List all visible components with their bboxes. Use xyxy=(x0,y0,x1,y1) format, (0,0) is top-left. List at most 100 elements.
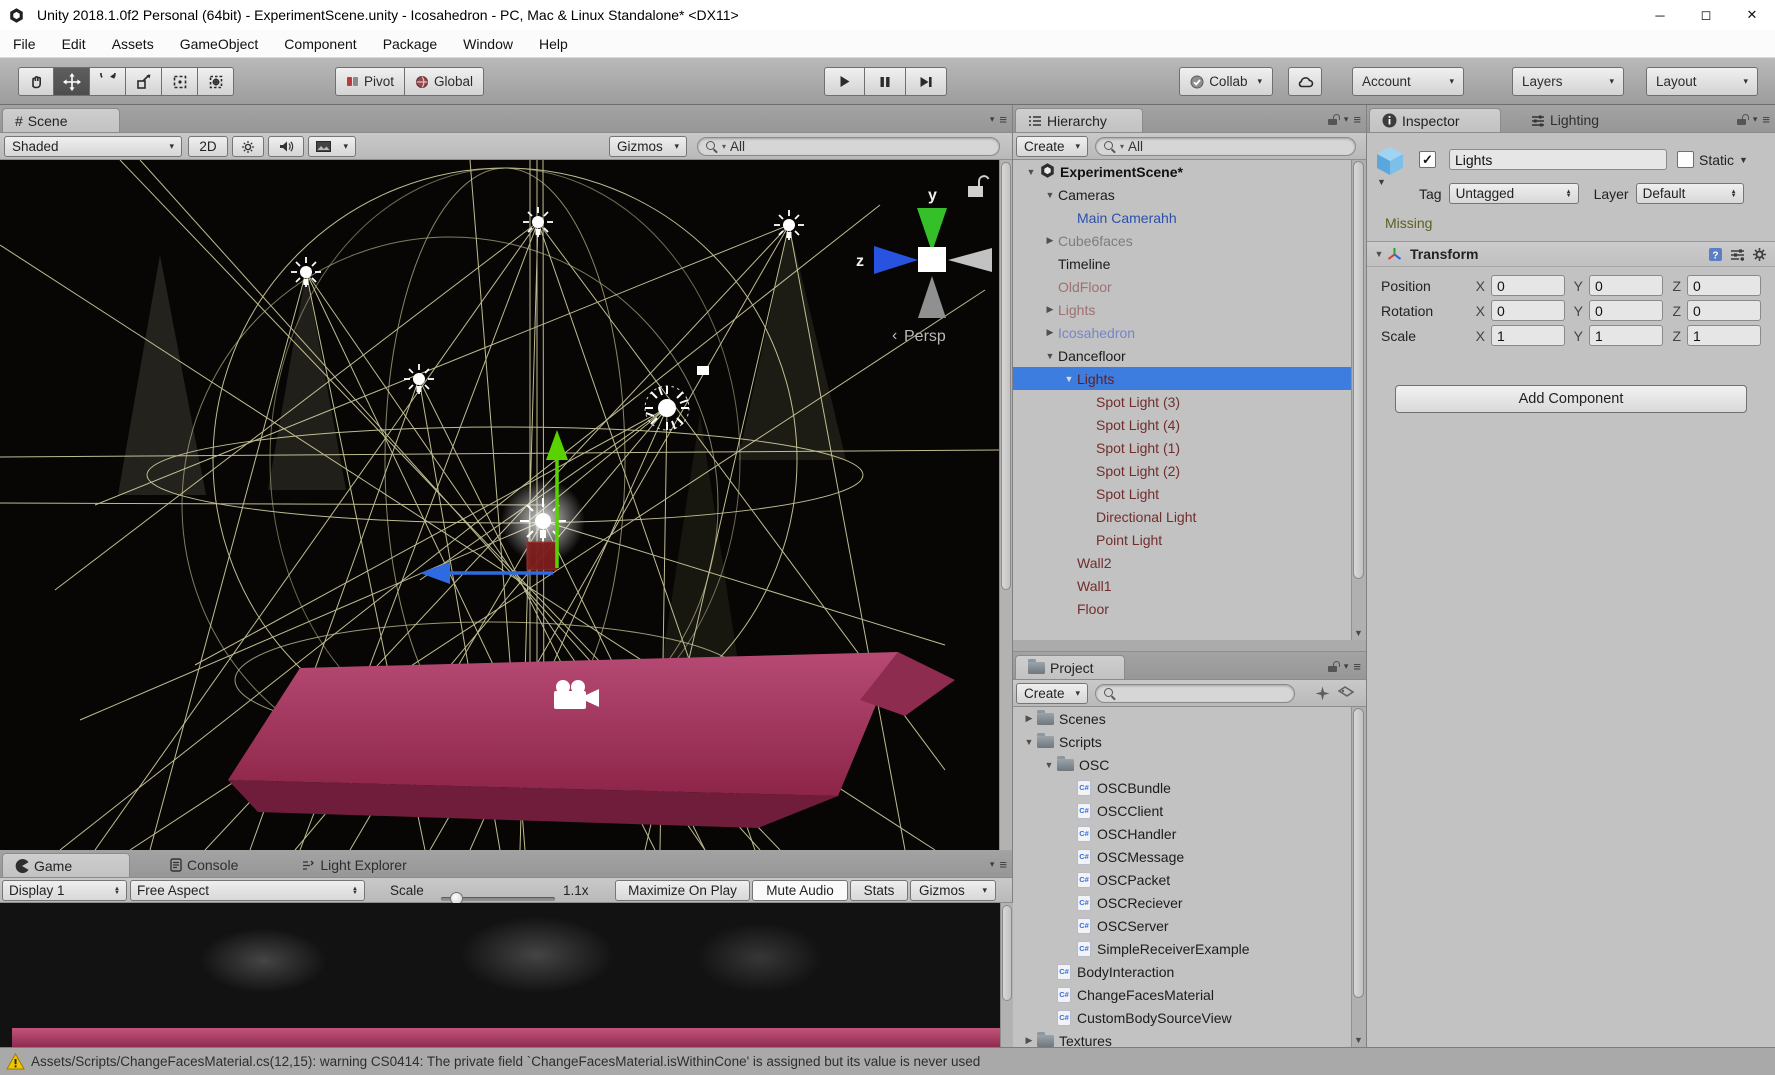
play-button[interactable] xyxy=(824,67,865,96)
game-gizmos-dropdown[interactable]: Gizmos▾ xyxy=(910,880,996,901)
preset-icon[interactable] xyxy=(1730,248,1745,261)
panel-dropdown-icon[interactable]: ▾ xyxy=(1344,661,1349,672)
hierarchy-row[interactable]: ▼Cameras xyxy=(1013,183,1366,206)
hierarchy-row[interactable]: Spot Light (4) xyxy=(1013,413,1366,436)
project-row[interactable]: C#OSCBundle xyxy=(1013,776,1366,799)
transform-rotation-y-field[interactable] xyxy=(1589,300,1663,321)
panel-menu-icon[interactable]: ≡ xyxy=(1353,659,1360,674)
foldout-icon[interactable]: ▶ xyxy=(1042,304,1058,315)
panel-dropdown-icon[interactable]: ▾ xyxy=(990,859,995,870)
layout-dropdown[interactable]: Layout▾ xyxy=(1646,67,1758,96)
hierarchy-row[interactable]: ▶Icosahedron xyxy=(1013,321,1366,344)
scene-audio-toggle[interactable] xyxy=(268,136,304,157)
hierarchy-row[interactable]: Spot Light (1) xyxy=(1013,436,1366,459)
layers-dropdown[interactable]: Layers▾ xyxy=(1512,67,1624,96)
transform-position-x-field[interactable] xyxy=(1491,275,1565,296)
menu-package[interactable]: Package xyxy=(370,30,450,57)
transform-position-z-field[interactable] xyxy=(1687,275,1761,296)
hierarchy-row[interactable]: ▼ExperimentScene* xyxy=(1013,160,1366,183)
add-component-button[interactable]: Add Component xyxy=(1395,385,1747,413)
foldout-icon[interactable]: ▶ xyxy=(1021,1035,1037,1046)
scene-search-input[interactable] xyxy=(730,139,991,154)
transform-rotation-z-field[interactable] xyxy=(1687,300,1761,321)
panel-dropdown-icon[interactable]: ▾ xyxy=(990,114,995,125)
transform-rotation-x-field[interactable] xyxy=(1491,300,1565,321)
hierarchy-row[interactable]: ▼Lights xyxy=(1013,367,1366,390)
gizmo-center-cube[interactable] xyxy=(918,247,946,272)
menu-component[interactable]: Component xyxy=(271,30,369,57)
scene-lighting-toggle[interactable] xyxy=(232,136,264,157)
minimize-icon[interactable]: ─ xyxy=(1637,0,1683,30)
foldout-icon[interactable]: ▼ xyxy=(1042,351,1058,361)
panel-menu-icon[interactable]: ≡ xyxy=(999,857,1006,872)
shading-mode-dropdown[interactable]: Shaded▾ xyxy=(4,136,182,157)
foldout-icon[interactable]: ▶ xyxy=(1042,235,1058,246)
foldout-icon[interactable]: ▼ xyxy=(1023,167,1039,177)
global-toggle-button[interactable]: Global xyxy=(405,67,484,96)
gear-icon[interactable] xyxy=(1752,247,1767,262)
game-scrollbar[interactable] xyxy=(1000,903,1013,1047)
static-checkbox[interactable] xyxy=(1677,151,1694,168)
hierarchy-search-field[interactable]: ▾ xyxy=(1095,137,1356,156)
menu-edit[interactable]: Edit xyxy=(49,30,99,57)
transform-scale-z-field[interactable] xyxy=(1687,325,1761,346)
game-viewport[interactable] xyxy=(0,903,1013,1047)
transform-tool-button[interactable] xyxy=(198,67,234,96)
hierarchy-row[interactable]: Point Light xyxy=(1013,528,1366,551)
hierarchy-search-input[interactable] xyxy=(1128,139,1347,154)
collab-dropdown[interactable]: Collab▾ xyxy=(1179,67,1273,96)
menu-gameobject[interactable]: GameObject xyxy=(167,30,272,57)
mute-audio-button[interactable]: Mute Audio xyxy=(752,880,848,901)
hierarchy-row[interactable]: Spot Light (2) xyxy=(1013,459,1366,482)
close-icon[interactable]: ✕ xyxy=(1729,0,1775,30)
hierarchy-create-button[interactable]: Create▾ xyxy=(1016,136,1088,157)
layer-dropdown[interactable]: Default▲▼ xyxy=(1636,183,1744,204)
panel-menu-icon[interactable]: ≡ xyxy=(999,112,1006,127)
search-by-label-icon[interactable] xyxy=(1338,686,1354,700)
project-create-button[interactable]: Create▾ xyxy=(1016,683,1088,704)
hierarchy-row[interactable]: Spot Light xyxy=(1013,482,1366,505)
project-scrollbar[interactable]: ▼ xyxy=(1351,707,1366,1047)
gizmo-down-cone[interactable] xyxy=(918,276,946,318)
scene-lock-icon[interactable] xyxy=(968,176,989,197)
project-row[interactable]: ▼OSC xyxy=(1013,753,1366,776)
project-row[interactable]: C#OSCMessage xyxy=(1013,845,1366,868)
scale-tool-button[interactable] xyxy=(126,67,162,96)
scene-viewport[interactable]: y z ‹ Persp xyxy=(0,160,1012,850)
maximize-icon[interactable]: ◻ xyxy=(1683,0,1729,30)
tab-console[interactable]: Console xyxy=(158,853,250,877)
scene-scrollbar[interactable] xyxy=(999,160,1012,850)
lock-icon[interactable] xyxy=(1327,661,1339,673)
project-row[interactable]: C#OSCServer xyxy=(1013,914,1366,937)
project-row[interactable]: C#ChangeFacesMaterial xyxy=(1013,983,1366,1006)
hierarchy-row[interactable]: ▶Cube6faces xyxy=(1013,229,1366,252)
stats-button[interactable]: Stats xyxy=(850,880,908,901)
help-icon[interactable]: ? xyxy=(1708,247,1723,262)
scroll-down-icon[interactable]: ▼ xyxy=(1354,1035,1363,1045)
step-button[interactable] xyxy=(906,67,947,96)
project-search-field[interactable] xyxy=(1095,684,1295,703)
gizmo-x-cone[interactable] xyxy=(948,248,992,272)
scene-search-field[interactable]: ▾ xyxy=(697,137,1000,156)
foldout-icon[interactable]: ▼ xyxy=(1041,760,1057,770)
gizmo-y-cone[interactable] xyxy=(917,208,947,252)
2d-toggle-button[interactable]: 2D xyxy=(188,136,228,157)
transform-scale-x-field[interactable] xyxy=(1491,325,1565,346)
project-row[interactable]: ▼Scripts xyxy=(1013,730,1366,753)
selected-object-cube[interactable] xyxy=(527,542,557,570)
menu-assets[interactable]: Assets xyxy=(99,30,167,57)
panel-menu-icon[interactable]: ≡ xyxy=(1762,112,1769,127)
project-row[interactable]: C#SimpleReceiverExample xyxy=(1013,937,1366,960)
static-dropdown-icon[interactable]: ▼ xyxy=(1739,155,1748,165)
project-row[interactable]: C#OSCHandler xyxy=(1013,822,1366,845)
gizmo-z-cone[interactable] xyxy=(874,246,918,274)
hierarchy-row[interactable]: Wall2 xyxy=(1013,551,1366,574)
tab-lighting[interactable]: Lighting xyxy=(1519,108,1611,132)
hierarchy-row[interactable]: Directional Light xyxy=(1013,505,1366,528)
persp-label[interactable]: Persp xyxy=(904,328,946,345)
hierarchy-row[interactable]: Main Camerahh xyxy=(1013,206,1366,229)
menu-help[interactable]: Help xyxy=(526,30,581,57)
tab-game[interactable]: Game xyxy=(2,853,130,877)
pivot-toggle-button[interactable]: Pivot xyxy=(335,67,405,96)
tab-inspector[interactable]: Inspector xyxy=(1369,108,1501,132)
